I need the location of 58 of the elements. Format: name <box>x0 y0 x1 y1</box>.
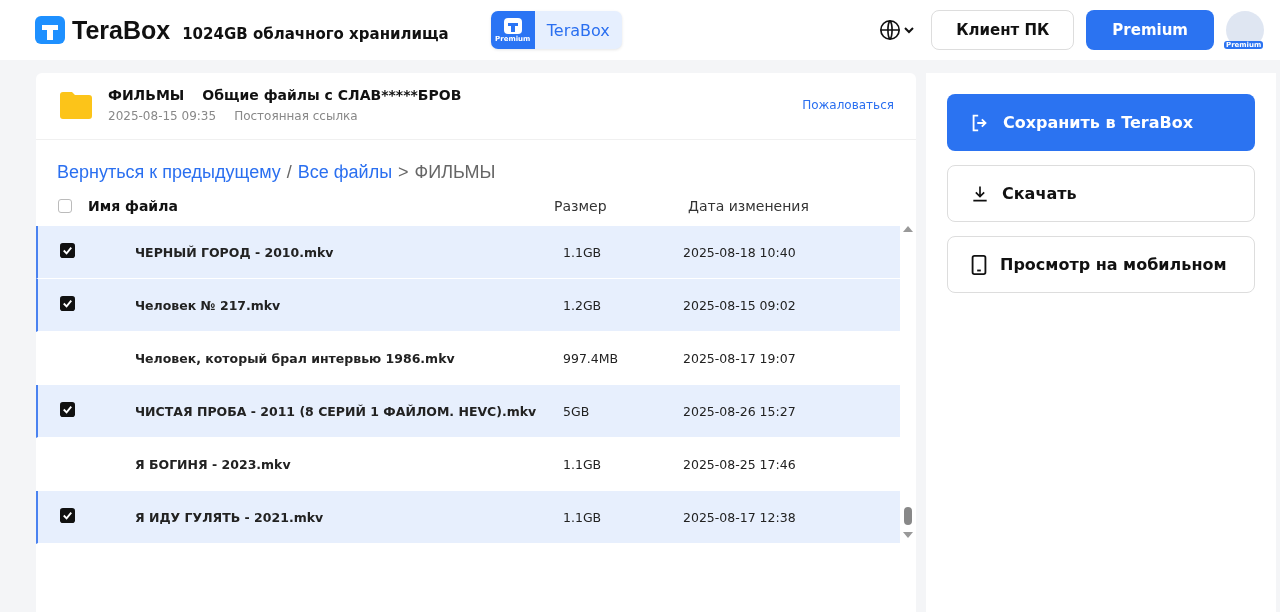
link-type: Постоянная ссылка <box>234 109 358 123</box>
checkbox-checked-icon[interactable] <box>60 295 75 311</box>
checkbox-checked-icon[interactable] <box>60 507 75 523</box>
scrollbar-thumb[interactable] <box>904 507 912 525</box>
checkbox-checked-icon[interactable] <box>60 401 75 417</box>
premium-button[interactable]: Premium <box>1086 10 1214 50</box>
logo-icon <box>503 17 522 34</box>
file-size: 1.1GB <box>563 244 603 260</box>
file-name: Человек № 217.mkv <box>135 297 282 313</box>
share-title: Общие файлы с СЛАВ*****БРОВ <box>202 87 462 103</box>
logo-text: TeraBox <box>72 15 171 45</box>
breadcrumb-current: ФИЛЬМЫ <box>414 162 496 183</box>
share-date: 2025-08-15 09:35 <box>108 109 217 123</box>
desktop-client-button[interactable]: Клиент ПК <box>931 10 1075 50</box>
language-selector[interactable] <box>879 19 916 41</box>
storage-label: 1024GB облачного хранилища <box>182 25 449 43</box>
file-date: 2025-08-26 15:27 <box>683 403 797 419</box>
file-date: 2025-08-15 09:02 <box>683 297 797 313</box>
file-size: 1.1GB <box>563 509 603 525</box>
breadcrumb-separator: / <box>286 162 292 183</box>
file-row[interactable]: Я ИДУ ГУЛЯТЬ - 2021.mkv 1.1GB 2025-08-17 12:38 <box>36 491 900 544</box>
file-name: Я ИДУ ГУЛЯТЬ - 2021.mkv <box>135 509 325 525</box>
save-button[interactable]: Сохранить в TeraBox <box>947 94 1255 151</box>
file-size: 1.2GB <box>563 297 603 313</box>
globe-icon <box>879 19 902 41</box>
mobile-view-button[interactable]: Просмотр на мобильном <box>947 236 1255 293</box>
folder-icon <box>58 89 94 121</box>
file-date: 2025-08-17 12:38 <box>683 509 797 525</box>
file-row[interactable]: ЧЕРНЫЙ ГОРОД - 2010.mkv 1.1GB 2025-08-18 10:40 <box>36 226 900 279</box>
file-name: ЧЕРНЫЙ ГОРОД - 2010.mkv <box>135 244 335 260</box>
phone-icon <box>970 253 988 276</box>
scroll-down-icon <box>903 532 913 538</box>
download-button[interactable]: Скачать <box>947 165 1255 222</box>
breadcrumb-link[interactable]: Все файлы <box>297 162 393 183</box>
scroll-up-icon <box>903 226 913 232</box>
column-header[interactable]: Размер <box>554 198 688 214</box>
checkbox-checked-icon[interactable] <box>60 242 75 258</box>
file-size: 5GB <box>563 403 591 419</box>
report-link[interactable]: Пожаловаться <box>802 98 894 112</box>
file-name: Я БОГИНЯ - 2023.mkv <box>135 457 292 472</box>
file-row[interactable]: ЧИСТАЯ ПРОБА - 2011 (8 СЕРИЙ 1 ФАЙЛОМ. HEVC).mkv 5GB 2025-08-26 15:27 <box>36 385 900 438</box>
breadcrumb-separator: > <box>398 162 409 183</box>
file-name: ЧИСТАЯ ПРОБА - 2011 (8 СЕРИЙ 1 ФАЙЛОМ. HEVC).mkv <box>135 403 538 419</box>
select-all-checkbox[interactable] <box>58 199 72 213</box>
chevron-down-icon <box>903 24 916 36</box>
file-row[interactable]: Человек № 217.mkv 1.2GB 2025-08-15 09:02 <box>36 279 900 332</box>
file-size: 1.1GB <box>563 457 603 472</box>
file-name: Человек, который брал интервью 1986.mkv <box>135 351 456 366</box>
file-date: 2025-08-17 19:07 <box>683 351 797 366</box>
column-header[interactable]: Имя файла <box>88 198 554 214</box>
breadcrumb-link[interactable]: Вернуться к предыдущему <box>57 162 281 183</box>
logo-icon <box>34 15 66 45</box>
column-header[interactable]: Дата изменения <box>688 198 848 214</box>
folder-name: ФИЛЬМЫ <box>108 87 185 103</box>
file-date: 2025-08-25 17:46 <box>683 457 797 472</box>
file-date: 2025-08-18 10:40 <box>683 244 797 260</box>
tab-label: TeraBox <box>545 19 611 42</box>
file-size: 997.4MB <box>563 351 620 366</box>
